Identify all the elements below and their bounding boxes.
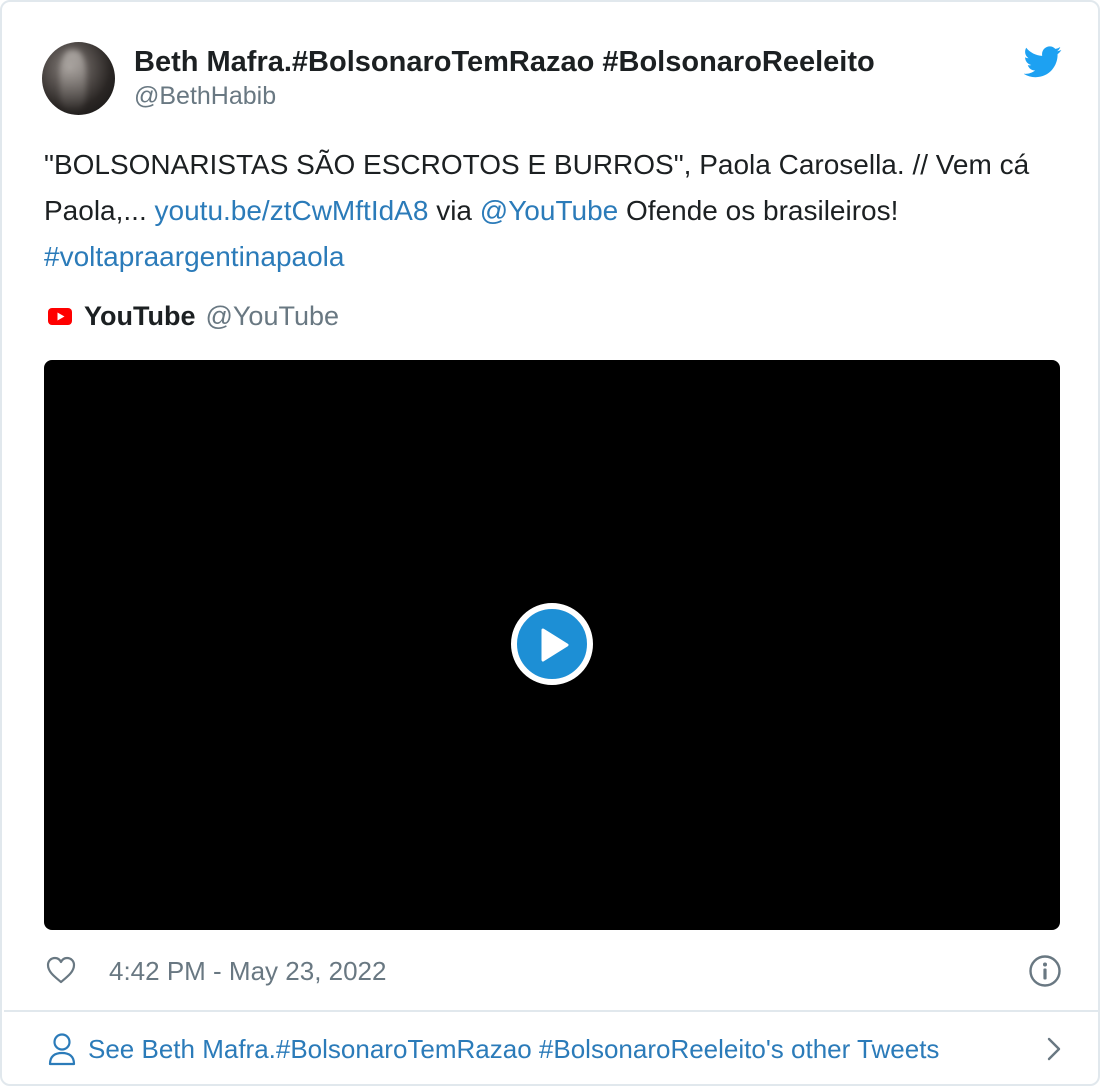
hashtag-link[interactable]: #voltapraargentinapaola <box>44 241 344 272</box>
tweet-header: Beth Mafra.#BolsonaroTemRazao #Bolsonaro… <box>42 42 1062 118</box>
mention-link[interactable]: @YouTube <box>480 195 618 226</box>
play-icon <box>541 628 569 662</box>
youtube-icon <box>48 307 72 325</box>
tweet-text-part: Ofende os brasileiros! <box>618 195 899 226</box>
author-info[interactable]: Beth Mafra.#BolsonaroTemRazao #Bolsonaro… <box>134 44 875 112</box>
play-button[interactable] <box>511 603 593 685</box>
author-handle[interactable]: @BethHabib <box>134 80 875 112</box>
tweet-meta: 4:42 PM - May 23, 2022 <box>46 952 1062 992</box>
see-other-tweets-link[interactable]: See Beth Mafra.#BolsonaroTemRazao #Bolso… <box>48 1030 1062 1070</box>
see-other-tweets-label[interactable]: See Beth Mafra.#BolsonaroTemRazao #Bolso… <box>88 1032 939 1066</box>
person-icon <box>48 1033 76 1066</box>
tweet-timestamp[interactable]: 4:42 PM - May 23, 2022 <box>109 955 386 987</box>
media-source[interactable]: YouTube @YouTube <box>48 298 339 334</box>
youtube-link[interactable]: youtu.be/ztCwMftIdA8 <box>155 195 429 226</box>
twitter-bird-icon[interactable] <box>1024 46 1062 78</box>
info-icon[interactable] <box>1028 954 1062 988</box>
author-name[interactable]: Beth Mafra.#BolsonaroTemRazao #Bolsonaro… <box>134 44 875 80</box>
avatar[interactable] <box>42 42 115 115</box>
video-player[interactable] <box>44 360 1060 930</box>
source-handle[interactable]: @YouTube <box>205 301 339 332</box>
divider <box>4 1010 1100 1012</box>
heart-icon[interactable] <box>46 956 76 984</box>
chevron-right-icon <box>1047 1037 1061 1061</box>
tweet-text: "BOLSONARISTAS SÃO ESCROTOS E BURROS", P… <box>44 142 1064 280</box>
tweet-card: Beth Mafra.#BolsonaroTemRazao #Bolsonaro… <box>0 0 1100 1086</box>
source-name[interactable]: YouTube <box>84 301 195 332</box>
tweet-text-part: via <box>428 195 480 226</box>
